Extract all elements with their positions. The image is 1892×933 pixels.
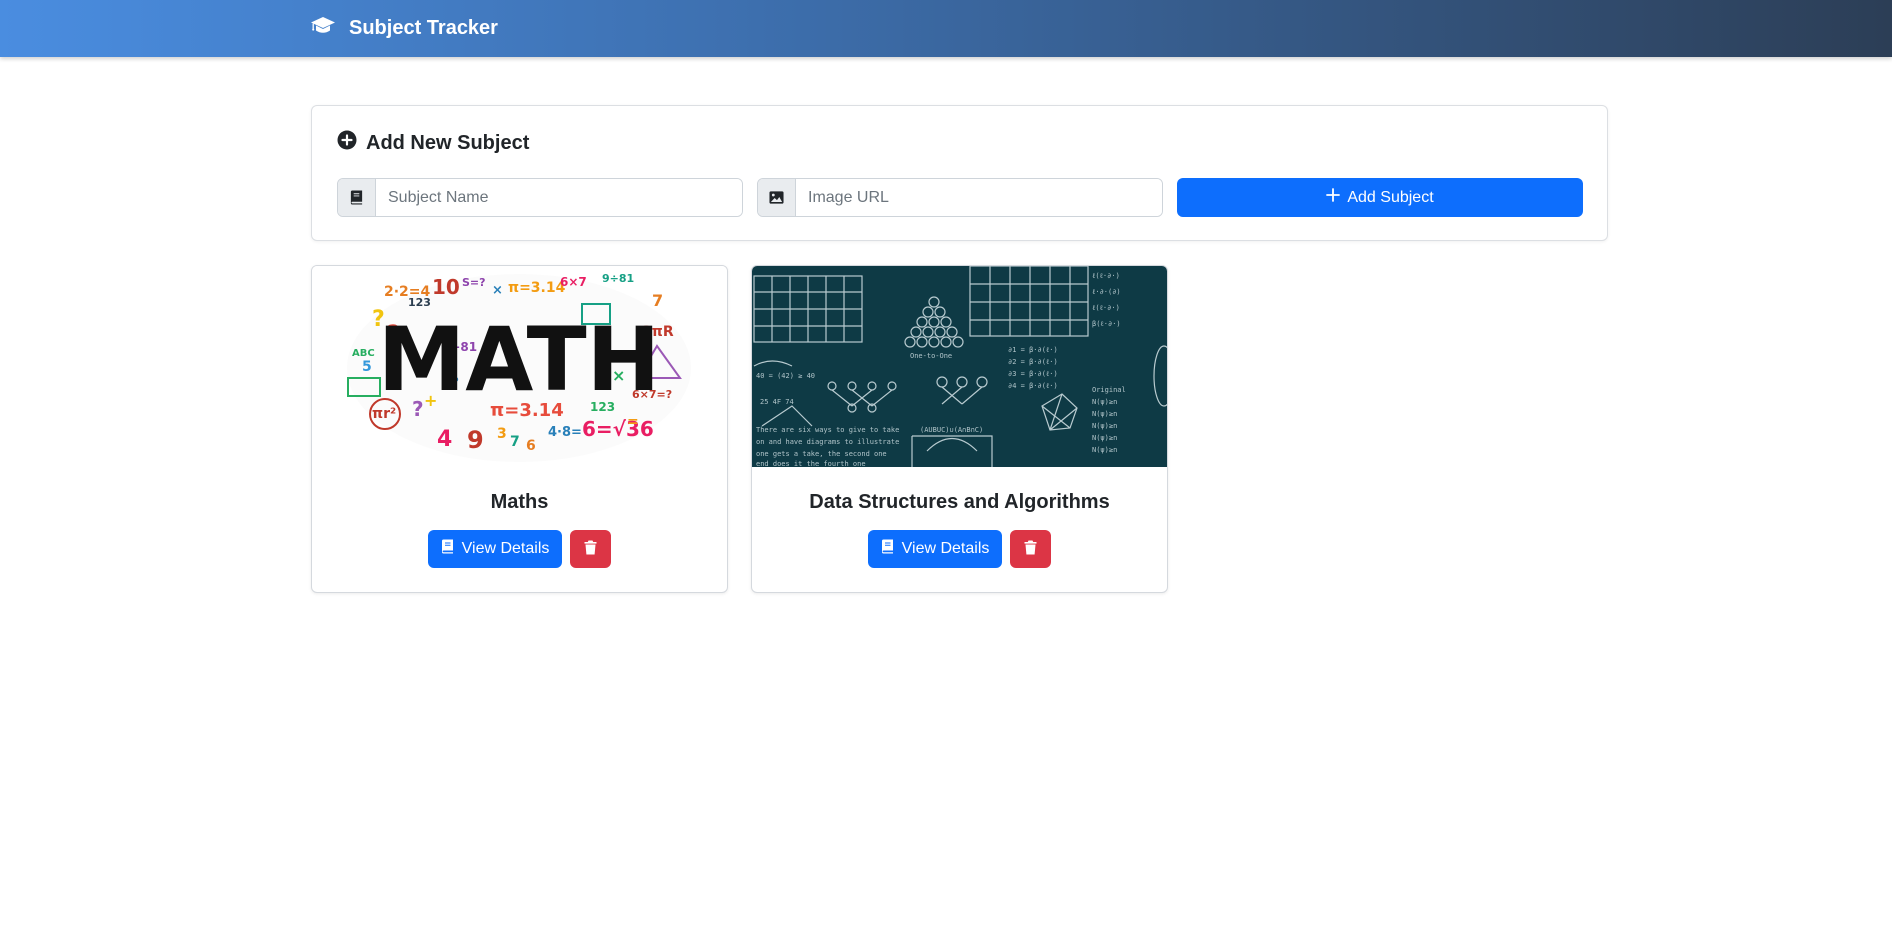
svg-text:9: 9 (467, 426, 484, 454)
svg-text:6=√36: 6=√36 (582, 417, 654, 441)
svg-text:S=?: S=? (462, 276, 486, 289)
svg-text:∂2 = β·∂(ℓ·): ∂2 = β·∂(ℓ·) (1008, 358, 1058, 366)
card-actions: View Details (752, 530, 1167, 568)
graduation-cap-icon (310, 16, 336, 42)
add-subject-card: Add New Subject Add Subject (311, 105, 1608, 241)
svg-text:10: 10 (432, 275, 460, 299)
svg-text:40 = (42) ≥ 40: 40 = (42) ≥ 40 (756, 372, 815, 380)
book-icon (881, 539, 894, 559)
svg-text:=: = (627, 414, 639, 430)
image-icon (758, 179, 796, 216)
add-subject-label: Add Subject (1347, 188, 1434, 206)
svg-text:3: 3 (497, 426, 507, 442)
svg-text:N(ψ)≥n: N(ψ)≥n (1092, 434, 1117, 442)
form-heading: Add New Subject (337, 130, 529, 156)
plus-circle-icon (337, 130, 357, 156)
card-actions: View Details (312, 530, 727, 568)
svg-text:end does it the fourth one: end does it the fourth one (756, 460, 866, 467)
svg-text:7: 7 (510, 434, 520, 450)
svg-text:5: 5 (362, 359, 372, 375)
svg-text:9÷81: 9÷81 (602, 272, 634, 285)
svg-text:4·8=: 4·8= (548, 425, 582, 440)
svg-text:N(ψ)≥n: N(ψ)≥n (1092, 398, 1117, 406)
svg-text:∂3 = β·∂(ℓ·): ∂3 = β·∂(ℓ·) (1008, 370, 1058, 378)
book-icon (441, 539, 454, 559)
svg-text:(AUBUC)∪(A∩B∩C): (AUBUC)∪(A∩B∩C) (920, 426, 983, 434)
svg-text:4: 4 (437, 427, 452, 452)
math-illustration-image: 2·2=4 10 S=? × π=3.14 6×7 9÷81 7 123 2πR… (312, 266, 727, 467)
view-details-button[interactable]: View Details (427, 530, 563, 568)
subject-name-group (337, 178, 743, 217)
subject-card-dsa: ℓ(ℓ·∂·) ℓ·∂·(∂) ℓ(ℓ·∂·) β(ℓ·∂·) ∂1 = β·∂… (751, 265, 1168, 593)
subject-title: Maths (490, 491, 549, 513)
trash-icon (1024, 540, 1037, 558)
chalkboard-diagrams-image: ℓ(ℓ·∂·) ℓ·∂·(∂) ℓ(ℓ·∂·) β(ℓ·∂·) ∂1 = β·∂… (752, 266, 1167, 467)
view-details-label: View Details (901, 540, 990, 557)
image-url-group (757, 178, 1163, 217)
delete-subject-button[interactable] (570, 530, 612, 568)
svg-text:N(ψ)≥n: N(ψ)≥n (1092, 422, 1117, 430)
svg-text:6×7: 6×7 (560, 275, 587, 289)
svg-text:One-to-One: One-to-One (910, 352, 952, 360)
delete-subject-button[interactable] (1010, 530, 1052, 568)
svg-text:ℓ(ℓ·∂·): ℓ(ℓ·∂·) (1092, 304, 1120, 312)
svg-text:ℓ(ℓ·∂·): ℓ(ℓ·∂·) (1092, 272, 1120, 280)
svg-text:Original: Original (1092, 386, 1126, 394)
app-title: Subject Tracker (349, 17, 498, 39)
svg-text:×: × (492, 283, 503, 298)
subject-name-input[interactable] (376, 179, 742, 216)
svg-text:∂1 = β·∂(ℓ·): ∂1 = β·∂(ℓ·) (1008, 346, 1058, 354)
svg-text:π=3.14: π=3.14 (508, 280, 566, 296)
svg-text:∂4 = β·∂(ℓ·): ∂4 = β·∂(ℓ·) (1008, 382, 1058, 390)
navbar: Subject Tracker (0, 0, 1892, 57)
trash-icon (584, 540, 597, 558)
svg-text:ℓ·∂·(∂): ℓ·∂·(∂) (1092, 288, 1121, 296)
add-subject-button[interactable]: Add Subject (1177, 178, 1583, 217)
math-wordmark: MATH (378, 308, 661, 411)
svg-text:There are six ways to give to: There are six ways to give to take (756, 426, 899, 434)
form-title-text: Add New Subject (366, 131, 530, 154)
svg-text:β(ℓ·∂·): β(ℓ·∂·) (1092, 320, 1121, 328)
view-details-label: View Details (461, 540, 550, 557)
image-url-input[interactable] (796, 179, 1162, 216)
view-details-button[interactable]: View Details (867, 530, 1003, 568)
plus-icon (1326, 188, 1341, 207)
svg-text:25 4F 74: 25 4F 74 (760, 398, 794, 406)
svg-text:one gets a take, the second on: one gets a take, the second one (756, 450, 887, 458)
svg-text:6: 6 (526, 438, 536, 454)
subject-title: Data Structures and Algorithms (809, 491, 1110, 513)
subject-card-maths: 2·2=4 10 S=? × π=3.14 6×7 9÷81 7 123 2πR… (311, 265, 728, 593)
svg-text:N(ψ)≥n: N(ψ)≥n (1092, 410, 1117, 418)
svg-text:ABC: ABC (352, 348, 375, 359)
svg-text:on and have diagrams to illust: on and have diagrams to illustrate (756, 438, 899, 446)
svg-text:N(ψ)≥n: N(ψ)≥n (1092, 446, 1117, 454)
navbar-brand[interactable]: Subject Tracker (310, 0, 498, 57)
book-icon (338, 179, 376, 216)
